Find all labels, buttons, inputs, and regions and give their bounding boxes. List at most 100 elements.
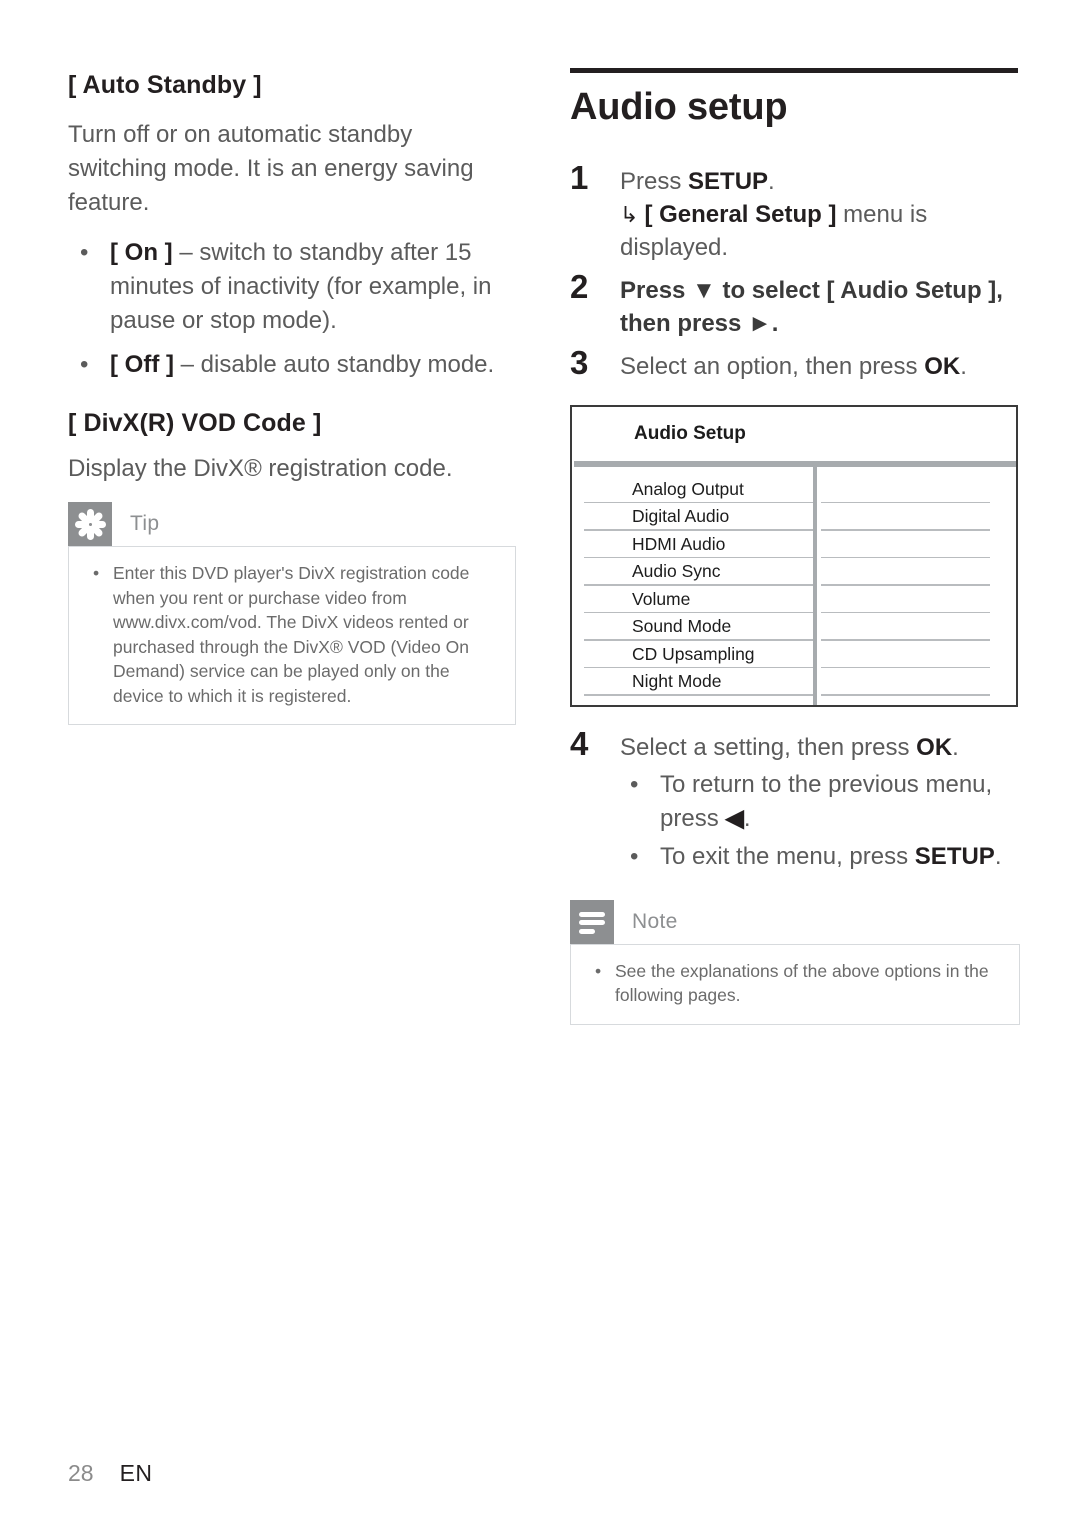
- step-4-bullets: • To return to the previous menu, press ◀…: [620, 768, 1020, 874]
- section-rule: [570, 68, 1018, 73]
- step-3: 3 Select an option, then press OK.: [570, 344, 1020, 383]
- step-1: 1 Press SETUP. ↳[ General Setup ] menu i…: [570, 159, 1020, 264]
- step-text-after: .: [952, 733, 959, 761]
- divx-vod-code-heading: [ DivX(R) VOD Code ]: [68, 409, 322, 437]
- tip-callout-header: Tip: [68, 502, 516, 546]
- menu-option-label: CD Upsampling: [632, 643, 755, 664]
- step-text: Press SETUP.: [620, 165, 1020, 198]
- menu-option-label: Night Mode: [632, 671, 722, 692]
- tip-callout-body: • Enter this DVD player's DivX registrati…: [68, 546, 516, 725]
- divx-vod-code-paragraph: Display the DivX® registration code.: [68, 455, 453, 482]
- table-row-value[interactable]: [817, 476, 1016, 504]
- option-term: [ Off ]: [110, 351, 174, 378]
- step-key: OK: [924, 352, 961, 380]
- step-4: 4 Select a setting, then press OK. • To r…: [570, 725, 1020, 874]
- auto-standby-options-list: •[ On ] – switch to standby after 15 min…: [68, 236, 516, 382]
- tip-callout-title: Tip: [130, 512, 160, 535]
- right-column: Audio setup 1 Press SETUP. ↳[ General Se…: [570, 68, 1020, 1025]
- tip-callout: Tip • Enter this DVD player's DivX regist…: [68, 502, 516, 725]
- step-number: 4: [570, 724, 589, 762]
- step-text-after: .: [960, 352, 967, 380]
- left-column: [ Auto Standby ] Turn off or on automati…: [68, 70, 516, 725]
- result-arrow-icon: ↳: [620, 201, 639, 227]
- auto-standby-heading: [ Auto Standby ]: [68, 71, 262, 99]
- note-text: See the explanations of the above option…: [615, 960, 989, 1006]
- page-number: 28: [68, 1460, 94, 1486]
- page-language: EN: [119, 1460, 153, 1486]
- table-row[interactable]: HDMI Audio: [572, 531, 813, 559]
- bullet-text-before: To return to the previous menu, press: [660, 770, 993, 832]
- list-item: •[ On ] – switch to standby after 15 min…: [68, 236, 516, 338]
- menu-option-label: Volume: [632, 588, 691, 609]
- note-callout-title: Note: [632, 909, 678, 933]
- step-number: 2: [570, 267, 589, 305]
- list-item: • To exit the menu, press SETUP.: [620, 840, 1020, 874]
- bullet-dot: •: [595, 960, 602, 981]
- note-callout-body: • See the explanations of the above optio…: [570, 943, 1020, 1025]
- table-row[interactable]: Volume: [572, 586, 813, 614]
- table-row-value[interactable]: [817, 558, 1016, 586]
- menu-table-value-column: [817, 467, 1016, 705]
- bullet-text-after: .: [994, 842, 1002, 870]
- table-row[interactable]: Audio Sync: [572, 558, 813, 586]
- page-title: Audio setup: [570, 86, 788, 128]
- menu-option-label: Digital Audio: [632, 506, 730, 527]
- step-key: OK: [916, 733, 953, 761]
- bullet-dot: •: [93, 563, 100, 583]
- audio-setup-menu-table: Audio Setup Analog Output Digital Audio …: [570, 404, 1018, 707]
- list-item: • [ Off ] – disable auto standby mode.: [68, 348, 516, 382]
- bullet-dot: •: [630, 842, 639, 870]
- step-text-before: Select a setting, then press: [620, 733, 917, 761]
- steps-list: 1 Press SETUP. ↳[ General Setup ] menu i…: [570, 159, 1020, 383]
- back-arrow-icon: ◀: [725, 804, 744, 832]
- table-row[interactable]: Night Mode: [572, 668, 813, 696]
- step-text-before: Select an option, then press: [620, 352, 925, 380]
- table-row[interactable]: Analog Output: [572, 476, 813, 504]
- bullet-text-before: To exit the menu, press: [660, 842, 915, 870]
- step-text-before: Press: [620, 167, 689, 195]
- table-row-value[interactable]: [817, 613, 1016, 641]
- note-list: • See the explanations of the above optio…: [589, 959, 1001, 1008]
- step-number: 3: [570, 343, 589, 381]
- three-bars-icon: [570, 899, 614, 944]
- bullet-text-after: .: [743, 804, 751, 832]
- list-item: • See the explanations of the above optio…: [589, 959, 1001, 1008]
- step-number: 1: [570, 158, 589, 196]
- menu-table-rows: Analog Output Digital Audio HDMI Audio A…: [572, 466, 1016, 705]
- bullet-dot: •: [80, 239, 89, 266]
- menu-option-label: Sound Mode: [632, 616, 732, 637]
- table-row-value[interactable]: [817, 503, 1016, 531]
- menu-option-label: Analog Output: [632, 478, 744, 499]
- result-menu-name: [ General Setup ]: [644, 200, 837, 228]
- step-2: 2 Press ▼ to select [ Audio Setup ], the…: [570, 268, 1020, 340]
- manual-page: [ Auto Standby ] Turn off or on automati…: [0, 0, 1080, 1527]
- menu-option-label: HDMI Audio: [632, 533, 726, 554]
- menu-table-title: Audio Setup: [634, 422, 746, 444]
- page-footer: 28 EN: [68, 1460, 152, 1487]
- bullet-dot: •: [80, 351, 89, 378]
- menu-table-option-column: Analog Output Digital Audio HDMI Audio A…: [572, 466, 817, 705]
- table-row-value[interactable]: [817, 586, 1016, 614]
- step-text: Select an option, then press OK.: [620, 350, 1020, 383]
- table-row[interactable]: Digital Audio: [572, 503, 813, 531]
- option-description: – disable auto standby mode.: [173, 351, 495, 378]
- option-term: [ On ]: [110, 239, 173, 266]
- table-row-value[interactable]: [817, 531, 1016, 559]
- step-text: Select a setting, then press OK.: [620, 731, 1020, 764]
- table-row-value[interactable]: [817, 641, 1016, 669]
- step-text: Press ▼ to select [ Audio Setup ], then …: [620, 276, 1003, 337]
- step-text-after: .: [768, 167, 775, 195]
- table-row-value[interactable]: [817, 668, 1016, 696]
- steps-list-continued: 4 Select a setting, then press OK. • To r…: [570, 725, 1020, 874]
- setup-key: SETUP: [914, 842, 995, 870]
- list-item: • To return to the previous menu, press ◀…: [620, 768, 1020, 836]
- table-row[interactable]: Sound Mode: [572, 613, 813, 641]
- asterisk-flower-icon: [68, 502, 112, 546]
- bullet-dot: •: [630, 770, 639, 798]
- auto-standby-paragraph: Turn off or on automatic standby switchi…: [68, 121, 474, 216]
- table-row[interactable]: CD Upsampling: [572, 641, 813, 669]
